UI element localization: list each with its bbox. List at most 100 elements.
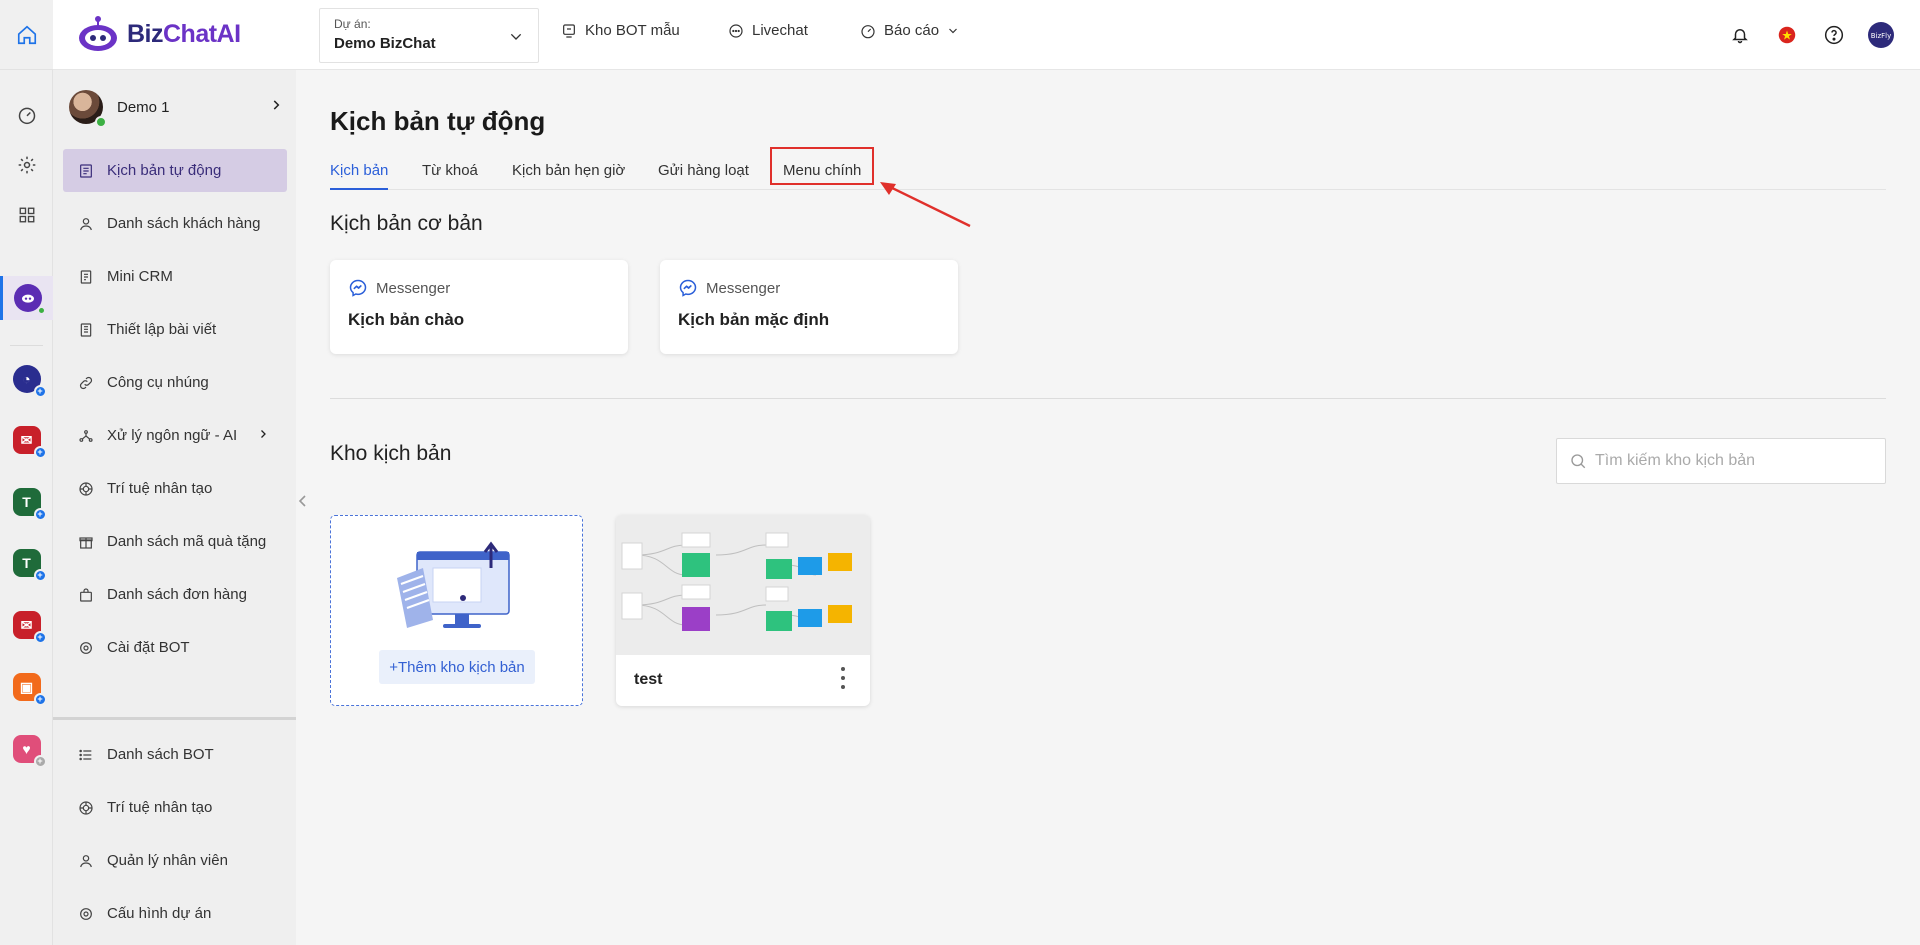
rail-app-2[interactable]: ✉ + <box>0 418 53 462</box>
sidebar-item-label: Danh sách mã quà tặng <box>107 533 267 550</box>
grid-icon <box>19 207 34 223</box>
language-button[interactable] <box>1774 22 1800 48</box>
template-illustration-icon <box>397 541 510 628</box>
bot-logo-icon <box>79 16 117 51</box>
home-button[interactable] <box>0 0 53 70</box>
sidebar-item-label: Danh sách đơn hàng <box>107 586 247 603</box>
nav-bot-templates[interactable]: Kho BOT mẫu <box>561 22 680 39</box>
gift-icon <box>77 533 95 551</box>
app-icon: ◔ + <box>12 365 47 398</box>
gear-icon <box>77 639 95 657</box>
card-channel: Messenger <box>678 278 940 298</box>
user-icon <box>77 852 95 870</box>
sidebar-item-project-config[interactable]: Cấu hình dự án <box>63 892 287 935</box>
tab-scripts[interactable]: Kịch bản <box>330 154 389 190</box>
sidebar-item-label: Kịch bản tự động <box>107 162 222 179</box>
sidebar-item-gift-codes[interactable]: Danh sách mã quà tặng <box>63 520 287 563</box>
link-icon <box>77 374 95 392</box>
gear-icon <box>77 905 95 923</box>
section-title-store: Kho kịch bản <box>330 442 452 465</box>
template-search[interactable] <box>1556 438 1886 484</box>
sidebar: Demo 1 Kịch bản tự động Danh sách khách … <box>53 70 296 945</box>
help-icon <box>1824 25 1844 45</box>
apps-button[interactable] <box>0 193 53 237</box>
sidebar-divider <box>53 717 296 720</box>
card-title: Kịch bản mặc định <box>678 310 830 329</box>
project-selector[interactable]: Dự án: Demo BizChat <box>319 8 539 63</box>
sidebar-item-post-setup[interactable]: Thiết lập bài viết <box>63 308 287 351</box>
main-content: Kịch bản tự động Kịch bản Từ khoá Kịch b… <box>296 70 1920 945</box>
more-options-button[interactable] <box>838 667 848 689</box>
notification-button[interactable] <box>1727 22 1753 48</box>
sidebar-item-label: Mini CRM <box>107 268 173 285</box>
sidebar-item-orders[interactable]: Danh sách đơn hàng <box>63 573 287 616</box>
add-template-button[interactable]: +Thêm kho kịch bản <box>379 650 535 684</box>
sidebar-item-label: Cài đặt BOT <box>107 639 190 656</box>
tab-scheduled[interactable]: Kịch bản hẹn giờ <box>512 154 625 190</box>
rail-app-1[interactable]: ◔ + <box>0 357 53 401</box>
user-profile[interactable]: Demo 1 <box>69 82 289 132</box>
list-icon <box>77 746 95 764</box>
app-icon: T + <box>12 549 47 582</box>
rail-app-bizchat[interactable] <box>0 276 53 320</box>
logo[interactable]: BizChatAI <box>77 14 241 54</box>
bizchat-app-icon <box>14 284 46 315</box>
sidebar-item-embed-tools[interactable]: Công cụ nhúng <box>63 361 287 404</box>
nav-livechat[interactable]: Livechat <box>728 22 808 39</box>
sidebar-item-bot-list[interactable]: Danh sách BOT <box>63 733 287 776</box>
rail-app-7[interactable]: ♥ + <box>0 727 53 771</box>
sidebar-item-staff[interactable]: Quản lý nhân viên <box>63 839 287 882</box>
nav-label: Livechat <box>752 22 808 39</box>
crm-icon <box>77 268 95 286</box>
sidebar-item-nlp-ai[interactable]: Xử lý ngôn ngữ - AI <box>63 414 287 457</box>
rail-app-5[interactable]: ✉ + <box>0 603 53 647</box>
sidebar-item-label: Trí tuệ nhân tạo <box>107 799 213 816</box>
project-value: Demo BizChat <box>334 35 436 52</box>
post-icon <box>77 321 95 339</box>
sidebar-item-auto-scripts[interactable]: Kịch bản tự động <box>63 149 287 192</box>
add-template-card[interactable]: +Thêm kho kịch bản <box>330 515 583 706</box>
avatar-icon: BizFly <box>1868 22 1894 48</box>
more-dot <box>841 676 845 680</box>
rail-app-3[interactable]: T + <box>0 480 53 524</box>
sidebar-item-mini-crm[interactable]: Mini CRM <box>63 255 287 298</box>
section-title-basic: Kịch bản cơ bản <box>330 212 483 235</box>
nlp-icon <box>77 427 95 445</box>
sidebar-item-bot-settings[interactable]: Cài đặt BOT <box>63 626 287 669</box>
card-channel-label: Messenger <box>376 279 451 297</box>
help-button[interactable] <box>1821 22 1847 48</box>
sidebar-item-ai-bottom[interactable]: Trí tuệ nhân tạo <box>63 786 287 829</box>
svg-text:BizFly: BizFly <box>1871 32 1892 40</box>
annotation-highlight-box <box>770 147 874 185</box>
bot-icon <box>563 23 575 38</box>
tab-broadcast[interactable]: Gửi hàng loạt <box>658 154 749 190</box>
template-card[interactable]: test <box>616 515 870 706</box>
chevron-down-icon <box>949 28 957 33</box>
chat-icon <box>729 23 743 38</box>
app-icon: ♥ + <box>12 735 47 768</box>
tab-keywords[interactable]: Từ khoá <box>422 154 478 190</box>
dashboard-icon <box>18 107 35 125</box>
script-card-default[interactable]: Messenger Kịch bản mặc định <box>660 260 958 354</box>
dashboard-button[interactable] <box>0 93 53 137</box>
logo-text: BizChatAI <box>127 19 241 48</box>
rail-app-6[interactable]: ▣ + <box>0 665 53 709</box>
bell-icon <box>1732 29 1748 44</box>
app-rail: ◔ + ✉ + T + T + ✉ + ▣ + ♥ + <box>0 0 53 945</box>
card-title: Kịch bản chào <box>348 310 465 329</box>
header-actions: BizFly <box>1727 22 1894 48</box>
rail-app-4[interactable]: T + <box>0 541 53 585</box>
sidebar-item-customers[interactable]: Danh sách khách hàng <box>63 202 287 245</box>
nav-reports[interactable]: Báo cáo <box>860 22 959 39</box>
chevron-right-icon <box>273 100 280 110</box>
ai-icon <box>77 799 95 817</box>
search-input[interactable] <box>1595 452 1875 470</box>
sidebar-item-ai[interactable]: Trí tuệ nhân tạo <box>63 467 287 510</box>
home-icon <box>17 25 36 44</box>
script-card-welcome[interactable]: Messenger Kịch bản chào <box>330 260 628 354</box>
gear-icon <box>18 156 35 174</box>
account-avatar[interactable]: BizFly <box>1868 22 1894 48</box>
app-root: ◔ + ✉ + T + T + ✉ + ▣ + ♥ + BizChatAI Dự… <box>0 0 1920 945</box>
settings-button[interactable] <box>0 143 53 187</box>
tab-bar: Kịch bản Từ khoá Kịch bản hẹn giờ Gửi hà… <box>330 154 1886 190</box>
